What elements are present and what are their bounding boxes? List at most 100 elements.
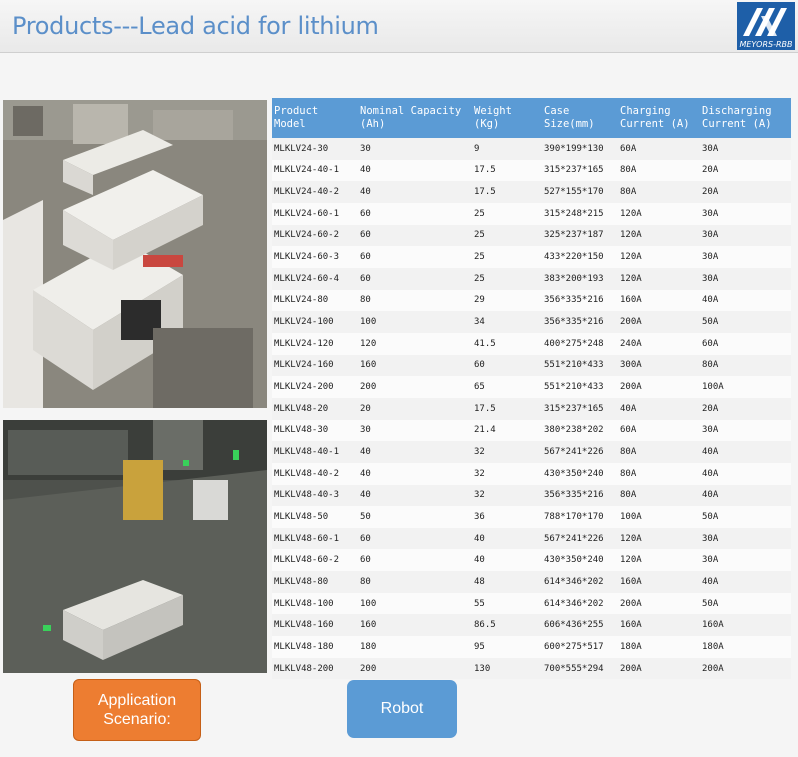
charging-current-cell: 200A xyxy=(618,657,700,680)
case-size-cell: 614*346*202 xyxy=(542,592,618,615)
charging-current-cell: 200A xyxy=(618,311,700,333)
charging-current-cell: 300A xyxy=(618,354,700,377)
discharging-current-cell: 160A xyxy=(700,614,791,637)
discharging-current-cell: 50A xyxy=(700,592,791,615)
table-row: MLKLV48-180 180 95 600*275*517 180A 180A xyxy=(272,636,791,658)
capacity-cell: 60 xyxy=(358,202,472,225)
page-title: Products---Lead acid for lithium xyxy=(12,12,379,40)
charging-current-cell: 180A xyxy=(618,636,700,658)
discharging-current-cell: 50A xyxy=(700,506,791,528)
case-size-cell: 614*346*202 xyxy=(542,571,618,593)
model-cell: MLKLV48-160 xyxy=(272,614,358,637)
discharging-current-cell: 30A xyxy=(700,419,791,442)
capacity-cell: 80 xyxy=(358,289,472,312)
table-body: MLKLV24-30 30 9 390*199*130 60A 30A MLKLV24-40… xyxy=(272,138,791,680)
charging-current-cell: 80A xyxy=(618,441,700,463)
capacity-cell: 60 xyxy=(358,246,472,268)
capacity-cell: 180 xyxy=(358,636,472,658)
charging-current-cell: 60A xyxy=(618,138,700,160)
weight-cell: 48 xyxy=(472,571,542,593)
charging-current-cell: 80A xyxy=(618,181,700,203)
table-row: MLKLV24-60-1 60 25 315*248*215 120A 30A xyxy=(272,202,791,225)
weight-cell: 40 xyxy=(472,527,542,550)
discharging-current-cell: 40A xyxy=(700,289,791,312)
table-row: MLKLV24-100 100 34 356*335*216 200A 50A xyxy=(272,311,791,333)
charging-current-cell: 60A xyxy=(618,419,700,442)
discharging-current-cell: 30A xyxy=(700,549,791,572)
column-header-nominal-capacity: Nominal Capacity (Ah) xyxy=(358,98,472,138)
discharging-current-cell: 30A xyxy=(700,267,791,290)
weight-cell: 25 xyxy=(472,267,542,290)
table-row: MLKLV24-60-2 60 25 325*237*187 120A 30A xyxy=(272,224,791,247)
charging-current-cell: 80A xyxy=(618,462,700,485)
charging-current-cell: 100A xyxy=(618,506,700,528)
agv-warehouse-photo xyxy=(3,420,267,673)
model-cell: MLKLV48-180 xyxy=(272,636,358,658)
capacity-cell: 30 xyxy=(358,419,472,442)
weight-cell: 130 xyxy=(472,657,542,680)
table-row: MLKLV24-60-4 60 25 383*200*193 120A 30A xyxy=(272,267,791,290)
model-cell: MLKLV24-120 xyxy=(272,332,358,355)
capacity-cell: 100 xyxy=(358,592,472,615)
charging-current-cell: 120A xyxy=(618,549,700,572)
weight-cell: 32 xyxy=(472,462,542,485)
case-size-cell: 567*241*226 xyxy=(542,441,618,463)
discharging-current-cell: 20A xyxy=(700,397,791,420)
case-size-cell: 356*335*216 xyxy=(542,289,618,312)
capacity-cell: 100 xyxy=(358,311,472,333)
header-bar: Products---Lead acid for lithium MEYORS-… xyxy=(0,0,798,53)
model-cell: MLKLV24-60-1 xyxy=(272,202,358,225)
case-size-cell: 400*275*248 xyxy=(542,332,618,355)
charging-current-cell: 160A xyxy=(618,571,700,593)
weight-cell: 25 xyxy=(472,202,542,225)
charging-current-cell: 120A xyxy=(618,246,700,268)
case-size-cell: 527*155*170 xyxy=(542,181,618,203)
table-row: MLKLV48-20 20 17.5 315*237*165 40A 20A xyxy=(272,397,791,420)
charging-current-cell: 80A xyxy=(618,484,700,507)
model-cell: MLKLV24-40-1 xyxy=(272,159,358,182)
charging-current-cell: 120A xyxy=(618,267,700,290)
case-size-cell: 700*555*294 xyxy=(542,657,618,680)
table-row: MLKLV48-200 200 130 700*555*294 200A 200A xyxy=(272,657,791,680)
table-row: MLKLV24-80 80 29 356*335*216 160A 40A xyxy=(272,289,791,312)
model-cell: MLKLV24-80 xyxy=(272,289,358,312)
table-row: MLKLV48-40-2 40 32 430*350*240 80A 40A xyxy=(272,462,791,485)
case-size-cell: 600*275*517 xyxy=(542,636,618,658)
model-cell: MLKLV48-30 xyxy=(272,419,358,442)
discharging-current-cell: 200A xyxy=(700,657,791,680)
capacity-cell: 60 xyxy=(358,549,472,572)
robot-button[interactable]: Robot xyxy=(347,680,457,738)
discharging-current-cell: 20A xyxy=(700,181,791,203)
charging-current-cell: 40A xyxy=(618,397,700,420)
discharging-current-cell: 30A xyxy=(700,224,791,247)
charging-current-cell: 120A xyxy=(618,224,700,247)
discharging-current-cell: 40A xyxy=(700,441,791,463)
table-row: MLKLV24-40-1 40 17.5 315*237*165 80A 20A xyxy=(272,159,791,182)
case-size-cell: 567*241*226 xyxy=(542,527,618,550)
case-size-cell: 356*335*216 xyxy=(542,311,618,333)
capacity-cell: 50 xyxy=(358,506,472,528)
application-scenario-button[interactable]: Application Scenario: xyxy=(73,679,201,741)
weight-cell: 41.5 xyxy=(472,332,542,355)
discharging-current-cell: 30A xyxy=(700,246,791,268)
discharging-current-cell: 40A xyxy=(700,462,791,485)
table-row: MLKLV48-80 80 48 614*346*202 160A 40A xyxy=(272,571,791,593)
capacity-cell: 200 xyxy=(358,657,472,680)
logo-mark-icon xyxy=(743,8,787,36)
capacity-cell: 60 xyxy=(358,267,472,290)
capacity-cell: 60 xyxy=(358,224,472,247)
weight-cell: 9 xyxy=(472,138,542,160)
weight-cell: 17.5 xyxy=(472,181,542,203)
model-cell: MLKLV48-50 xyxy=(272,506,358,528)
case-size-cell: 430*350*240 xyxy=(542,462,618,485)
discharging-current-cell: 30A xyxy=(700,138,791,160)
model-cell: MLKLV48-40-1 xyxy=(272,441,358,463)
discharging-current-cell: 60A xyxy=(700,332,791,355)
model-cell: MLKLV48-40-2 xyxy=(272,462,358,485)
weight-cell: 36 xyxy=(472,506,542,528)
capacity-cell: 40 xyxy=(358,159,472,182)
capacity-cell: 160 xyxy=(358,614,472,637)
capacity-cell: 20 xyxy=(358,397,472,420)
column-header-charging-current: Charging Current (A) xyxy=(618,98,700,138)
table-row: MLKLV24-200 200 65 551*210*433 200A 100A xyxy=(272,376,791,398)
